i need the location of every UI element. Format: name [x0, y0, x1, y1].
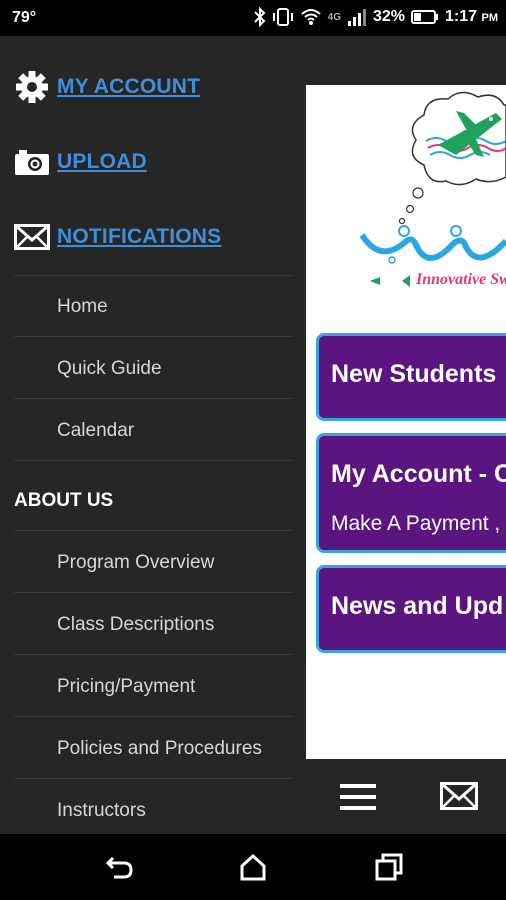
divider	[14, 530, 292, 531]
wifi-icon	[300, 9, 321, 25]
bottom-bar	[306, 759, 506, 834]
divider	[14, 592, 292, 593]
news-updates-card[interactable]: News and Upd	[316, 565, 506, 653]
back-icon[interactable]	[104, 852, 134, 882]
divider	[14, 460, 292, 461]
hamburger-menu-icon[interactable]	[340, 783, 376, 811]
notifications-label: NOTIFICATIONS	[57, 225, 222, 248]
system-nav-bar	[0, 834, 506, 900]
status-icons: 4G 32% 1:17 PM	[253, 7, 498, 27]
card-title: New Students	[331, 360, 497, 388]
menu-item-policies-procedures[interactable]: Policies and Procedures	[57, 738, 262, 760]
my-account-label: MY ACCOUNT	[57, 75, 201, 98]
menu-item-program-overview[interactable]: Program Overview	[57, 552, 214, 574]
menu-item-quick-guide[interactable]: Quick Guide	[57, 358, 162, 380]
clock: 1:17 PM	[445, 8, 498, 25]
status-bar: 79° 4G 32% 1:17 PM	[0, 0, 506, 36]
bluetooth-icon	[253, 7, 266, 27]
home-icon[interactable]	[238, 852, 268, 882]
top-app-bar	[306, 36, 506, 85]
vibrate-icon	[272, 8, 293, 26]
battery-icon	[411, 10, 439, 24]
temperature: 79°	[12, 9, 37, 26]
my-account-link[interactable]: MY ACCOUNT	[14, 67, 200, 107]
network-type: 4G	[327, 11, 341, 23]
card-title: My Account - C	[331, 460, 506, 488]
logo-graphic	[359, 91, 506, 287]
menu-item-home[interactable]: Home	[57, 296, 108, 318]
menu-item-class-descriptions[interactable]: Class Descriptions	[57, 614, 214, 636]
gear-icon	[14, 69, 50, 105]
menu-item-calendar[interactable]: Calendar	[57, 420, 134, 442]
main-content: Innovative Swim New Students My Account …	[306, 36, 506, 834]
new-students-card[interactable]: New Students	[316, 333, 506, 421]
mail-icon	[14, 219, 50, 255]
divider	[14, 654, 292, 655]
divider	[14, 336, 292, 337]
logo: Innovative Swim	[306, 85, 506, 329]
divider	[14, 398, 292, 399]
recent-apps-icon[interactable]	[374, 852, 404, 882]
navigation-drawer: MY ACCOUNT UPLOAD NOTIFICATIONS Home Qui…	[0, 36, 306, 834]
menu-item-instructors[interactable]: Instructors	[57, 800, 146, 822]
divider	[14, 716, 292, 717]
card-subtitle: Make A Payment ,	[331, 512, 501, 535]
mail-icon[interactable]	[440, 782, 478, 810]
divider	[14, 275, 292, 276]
about-us-heading[interactable]: ABOUT US	[14, 490, 113, 512]
camera-icon	[14, 144, 50, 180]
logo-text: Innovative Swim	[416, 271, 506, 288]
divider	[14, 778, 292, 779]
my-account-card[interactable]: My Account - C Make A Payment ,	[316, 433, 506, 553]
signal-icon	[347, 9, 366, 26]
battery-percent: 32%	[372, 8, 406, 25]
upload-link[interactable]: UPLOAD	[14, 142, 147, 182]
card-title: News and Upd	[331, 592, 504, 620]
upload-label: UPLOAD	[57, 150, 147, 173]
menu-item-pricing-payment[interactable]: Pricing/Payment	[57, 676, 195, 698]
notifications-link[interactable]: NOTIFICATIONS	[14, 217, 221, 257]
